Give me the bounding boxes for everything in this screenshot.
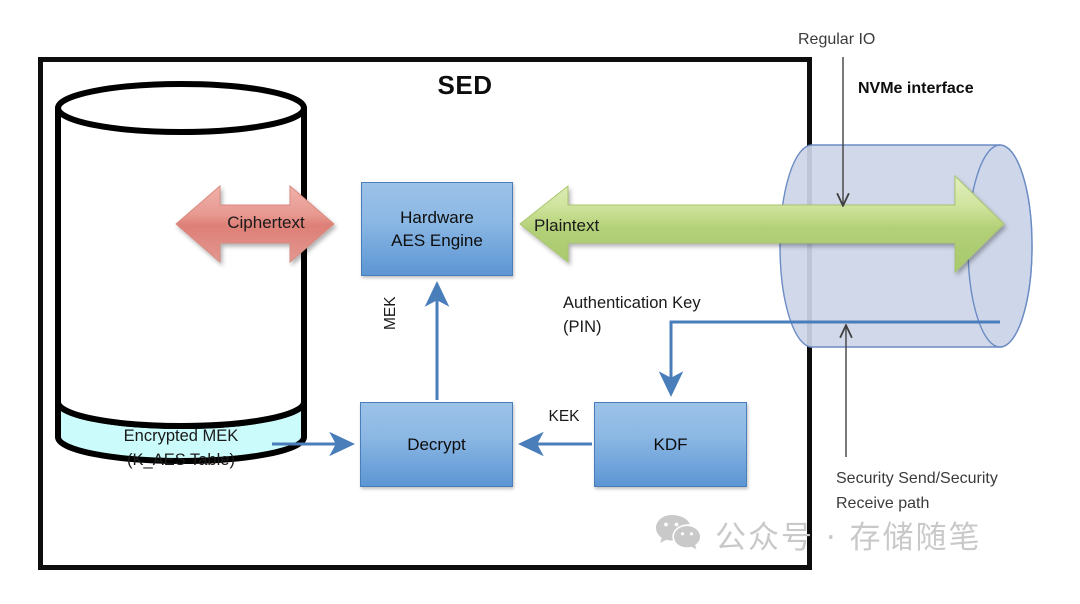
storage-disk-cylinder <box>55 81 307 472</box>
hardware-aes-engine-box: Hardware AES Engine <box>361 182 513 276</box>
plaintext-label: Plaintext <box>534 216 600 235</box>
security-path-label: Security Send/Security Receive path <box>836 466 1046 516</box>
encrypted-mek-line1: Encrypted MEK <box>123 427 239 445</box>
wechat-icon <box>655 513 701 556</box>
security-path-line1: Security Send/Security <box>836 470 998 487</box>
aes-box-line1: Hardware <box>400 208 474 227</box>
kdf-box-label: KDF <box>653 435 688 454</box>
regular-io-label: Regular IO <box>798 31 876 48</box>
authentication-key-label: Authentication Key (PIN) <box>563 291 783 339</box>
watermark-text: 公众号 · 存储随笔 <box>715 520 982 556</box>
diagram-canvas: SED Encrypted MEK (K_AES Table) Hardware… <box>0 0 1080 604</box>
decrypt-box: Decrypt <box>360 402 513 487</box>
kdf-box: KDF <box>594 402 747 487</box>
page-title: SED <box>437 70 493 100</box>
auth-key-line2: (PIN) <box>563 318 602 336</box>
auth-key-line1: Authentication Key <box>563 294 701 312</box>
wechat-watermark: 公众号 · 存储随笔 <box>655 512 982 557</box>
kek-label: KEK <box>548 408 580 425</box>
decrypt-box-label: Decrypt <box>407 435 466 454</box>
mek-label: MEK <box>382 296 399 330</box>
aes-box-line2: AES Engine <box>391 231 483 250</box>
ciphertext-label: Ciphertext <box>227 213 305 232</box>
nvme-interface-cylinder <box>778 143 1034 350</box>
encrypted-mek-label: Encrypted MEK (K_AES Table) <box>70 424 292 472</box>
encrypted-mek-line2: (K_AES Table) <box>127 451 235 469</box>
nvme-interface-label: NVMe interface <box>858 80 974 97</box>
